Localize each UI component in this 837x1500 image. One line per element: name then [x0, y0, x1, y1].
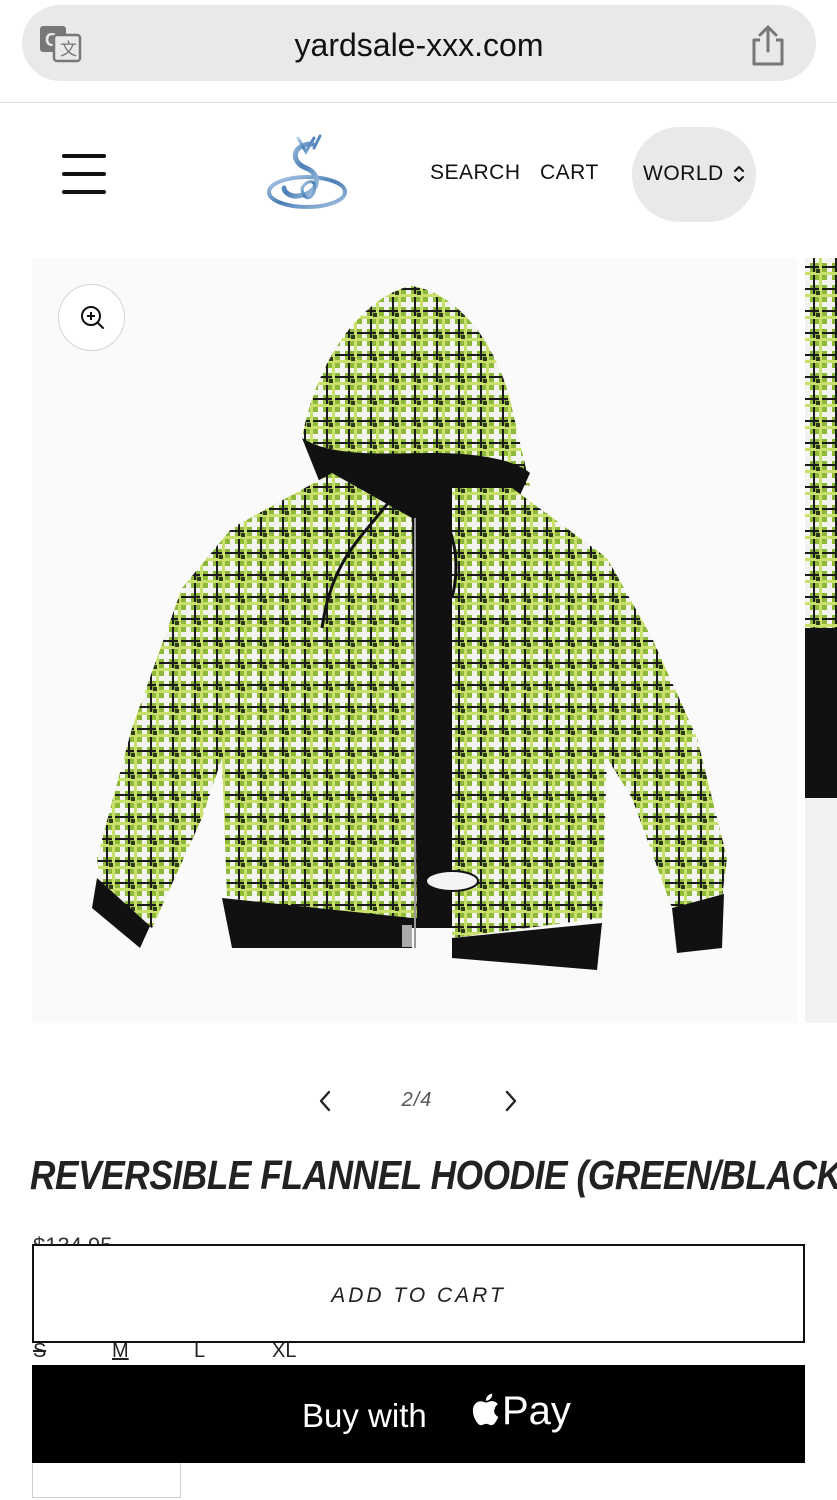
yardsale-logo[interactable]: [262, 132, 352, 216]
region-label: WORLD: [643, 162, 724, 185]
pager-count: 2/4: [401, 1089, 433, 1111]
buy-with-label: Buy with: [302, 1397, 427, 1434]
next-image-peek[interactable]: [805, 258, 837, 1023]
url-text[interactable]: yardsale-xxx.com: [22, 27, 816, 64]
hamburger-menu-icon[interactable]: [62, 152, 106, 196]
share-icon[interactable]: [750, 24, 786, 66]
pay-label: Pay: [502, 1389, 571, 1433]
product-title: REVERSIBLE FLANNEL HOODIE (GREEN/BLACK): [30, 1152, 837, 1198]
nav-search-link[interactable]: SEARCH: [430, 161, 521, 185]
size-option-xl[interactable]: XL: [272, 1340, 296, 1362]
zoom-button[interactable]: [58, 284, 125, 351]
next-image-icon[interactable]: [500, 1088, 522, 1114]
size-option-l[interactable]: L: [194, 1340, 205, 1362]
address-bar[interactable]: G 文 yardsale-xxx.com: [22, 5, 816, 81]
apple-logo-icon: [472, 1393, 499, 1426]
add-to-cart-label: ADD TO CART: [331, 1284, 506, 1307]
add-to-cart-button[interactable]: ADD TO CART: [32, 1244, 805, 1343]
apple-pay-button[interactable]: Buy with Pay: [32, 1365, 805, 1463]
hoodie-illustration: [92, 286, 727, 970]
zoom-in-icon: [81, 306, 104, 329]
size-option-s[interactable]: S: [33, 1340, 46, 1362]
previous-image-icon[interactable]: [314, 1088, 336, 1114]
browser-toolbar: G 文 yardsale-xxx.com: [0, 0, 837, 103]
product-image[interactable]: [32, 258, 797, 1023]
region-selector[interactable]: WORLD: [632, 127, 756, 222]
quantity-selector[interactable]: [32, 1463, 181, 1498]
chevron-updown-icon: [734, 166, 744, 182]
size-option-m[interactable]: M: [112, 1340, 129, 1362]
nav-cart-link[interactable]: CART: [540, 161, 599, 185]
